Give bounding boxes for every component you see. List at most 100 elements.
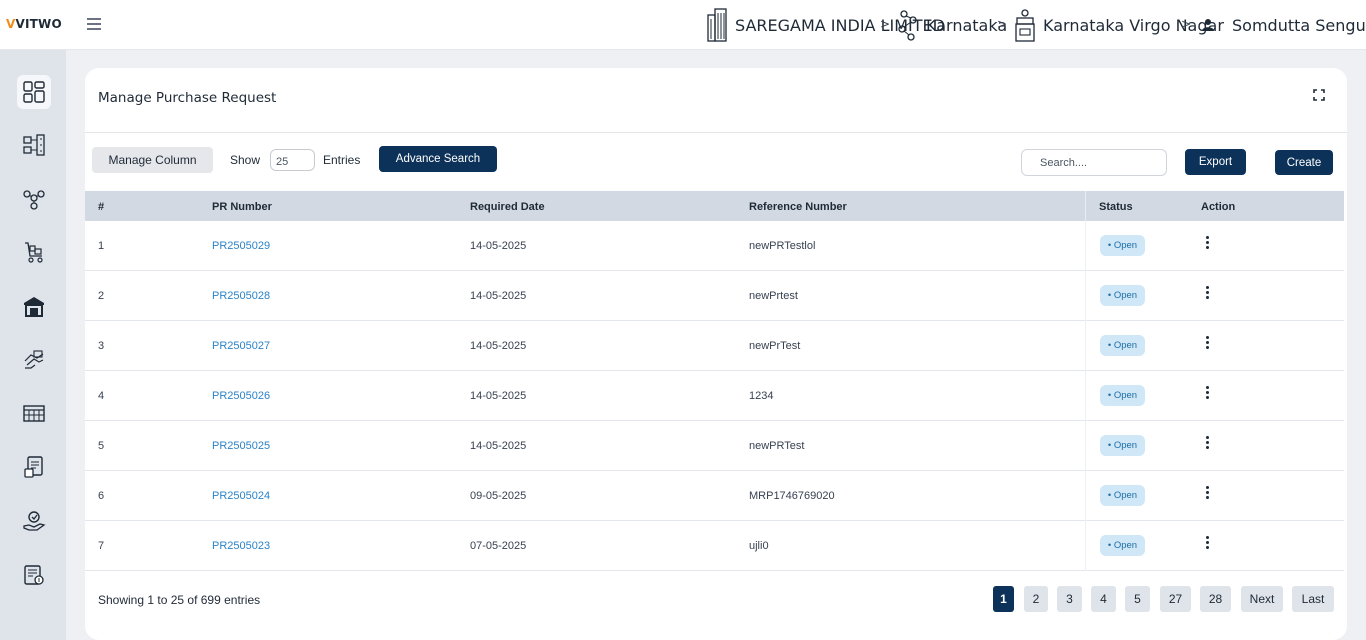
manage-column-button[interactable]: Manage Column <box>92 147 213 173</box>
required-date: 09-05-2025 <box>470 490 527 502</box>
table-row: 2 PR2505028 14-05-2025 newPrtest • Open <box>85 271 1344 321</box>
logo-text: VITWO <box>15 17 62 31</box>
network-nodes-icon <box>898 10 917 41</box>
reference-number: ujli0 <box>749 540 769 552</box>
page-button-1[interactable]: 1 <box>993 586 1014 612</box>
required-date: 14-05-2025 <box>470 240 527 252</box>
show-label: Show <box>230 153 261 167</box>
status-badge: • Open <box>1100 235 1145 256</box>
reference-number: newPRTestlol <box>749 240 816 252</box>
warehouse-icon[interactable] <box>17 289 51 323</box>
next-page-button[interactable]: Next <box>1241 586 1283 612</box>
pr-number-link[interactable]: PR2505028 <box>212 290 270 302</box>
row-actions-kebab-icon[interactable] <box>1203 336 1211 354</box>
page-button-5[interactable]: 5 <box>1125 586 1150 612</box>
column-header-status[interactable]: Status <box>1099 201 1133 213</box>
page-title: Manage Purchase Request <box>98 90 277 106</box>
pr-number-link[interactable]: PR2505026 <box>212 390 270 402</box>
column-divider <box>1085 421 1086 471</box>
pr-number-link[interactable]: PR2505023 <box>212 540 270 552</box>
row-actions-kebab-icon[interactable] <box>1203 386 1211 404</box>
reference-number: newPRTest <box>749 440 805 452</box>
breadcrumb-separator: > <box>997 17 1008 31</box>
column-header-index[interactable]: # <box>98 201 104 213</box>
column-divider <box>1085 471 1086 521</box>
app-logo[interactable]: VVITWO <box>6 17 62 31</box>
row-index: 1 <box>98 240 105 252</box>
column-header-pr-number[interactable]: PR Number <box>212 201 272 213</box>
page-button-4[interactable]: 4 <box>1091 586 1116 612</box>
table-row: 1 PR2505029 14-05-2025 newPRTestlol • Op… <box>85 221 1344 271</box>
required-date: 14-05-2025 <box>470 290 527 302</box>
page-button-27[interactable]: 27 <box>1160 586 1191 612</box>
pr-number-link[interactable]: PR2505027 <box>212 340 270 352</box>
service-hand-icon[interactable] <box>17 504 51 538</box>
required-date: 14-05-2025 <box>470 390 527 402</box>
page-button-2[interactable]: 2 <box>1024 586 1048 612</box>
row-index: 7 <box>98 540 105 552</box>
breadcrumb-state-label: Karnataka <box>926 15 1008 35</box>
page-button-28[interactable]: 28 <box>1200 586 1231 612</box>
row-actions-kebab-icon[interactable] <box>1203 436 1211 454</box>
row-index: 4 <box>98 390 105 402</box>
building-grid-icon[interactable] <box>17 396 51 430</box>
column-divider <box>1085 191 1086 221</box>
status-badge: • Open <box>1100 535 1145 556</box>
hierarchy-icon[interactable] <box>17 182 51 216</box>
column-divider <box>1085 321 1086 371</box>
building-icon <box>707 8 727 42</box>
reference-number: MRP1746769020 <box>749 490 835 502</box>
reference-number: newPrtest <box>749 290 798 302</box>
entries-per-page-input[interactable] <box>270 149 315 171</box>
pr-number-link[interactable]: PR2505025 <box>212 440 270 452</box>
breadcrumb-separator: > <box>880 17 891 31</box>
column-divider <box>1085 521 1086 571</box>
table-header: # PR Number Required Date Reference Numb… <box>85 191 1344 221</box>
advance-search-button[interactable]: Advance Search <box>379 146 497 172</box>
page-button-3[interactable]: 3 <box>1057 586 1082 612</box>
row-index: 3 <box>98 340 105 352</box>
data-flow-icon[interactable] <box>17 128 51 162</box>
row-actions-kebab-icon[interactable] <box>1203 536 1211 554</box>
breadcrumb-separator: > <box>1181 17 1192 31</box>
required-date: 07-05-2025 <box>470 540 527 552</box>
column-header-reference-number[interactable]: Reference Number <box>749 201 847 213</box>
column-header-required-date[interactable]: Required Date <box>470 201 545 213</box>
table-row: 4 PR2505026 14-05-2025 1234 • Open <box>85 371 1344 421</box>
last-page-button[interactable]: Last <box>1292 586 1334 612</box>
breadcrumb-user[interactable]: Somdutta Sengupta <box>1201 0 1366 50</box>
purchase-request-card: Manage Purchase Request Manage Column Sh… <box>85 68 1347 640</box>
breadcrumb-location[interactable]: Karnataka Virgo Nagar <box>1014 0 1224 50</box>
fullscreen-icon[interactable] <box>1313 89 1325 101</box>
invoice-icon[interactable] <box>17 450 51 484</box>
row-index: 2 <box>98 290 105 302</box>
pr-number-link[interactable]: PR2505024 <box>212 490 270 502</box>
cart-icon[interactable] <box>17 235 51 269</box>
column-divider <box>1085 371 1086 421</box>
handshake-icon[interactable] <box>17 343 51 377</box>
search-input[interactable] <box>1021 149 1167 176</box>
user-icon <box>1202 19 1214 31</box>
status-badge: • Open <box>1100 335 1145 356</box>
row-actions-kebab-icon[interactable] <box>1203 236 1211 254</box>
breadcrumb-location-label: Karnataka Virgo Nagar <box>1043 15 1224 35</box>
top-bar: VVITWO SAREGAMA INDIA LIMITED > Karnatak… <box>0 0 1366 50</box>
reference-number: newPrTest <box>749 340 801 352</box>
report-icon[interactable] <box>17 558 51 592</box>
breadcrumb-state[interactable]: Karnataka <box>897 0 1007 50</box>
create-button[interactable]: Create <box>1275 150 1333 175</box>
entries-label: Entries <box>323 153 361 167</box>
row-actions-kebab-icon[interactable] <box>1203 286 1211 304</box>
column-divider <box>1085 221 1086 271</box>
menu-toggle-icon[interactable] <box>87 18 101 30</box>
reference-number: 1234 <box>749 390 774 402</box>
row-actions-kebab-icon[interactable] <box>1203 486 1211 504</box>
pr-number-link[interactable]: PR2505029 <box>212 240 270 252</box>
export-button[interactable]: Export <box>1185 149 1246 175</box>
breadcrumb-user-label: Somdutta Sengupta <box>1232 15 1366 35</box>
dashboard-icon[interactable] <box>17 75 51 109</box>
column-header-action: Action <box>1201 201 1236 213</box>
table-row: 3 PR2505027 14-05-2025 newPrTest • Open <box>85 321 1344 371</box>
row-index: 5 <box>98 440 105 452</box>
status-badge: • Open <box>1100 435 1145 456</box>
